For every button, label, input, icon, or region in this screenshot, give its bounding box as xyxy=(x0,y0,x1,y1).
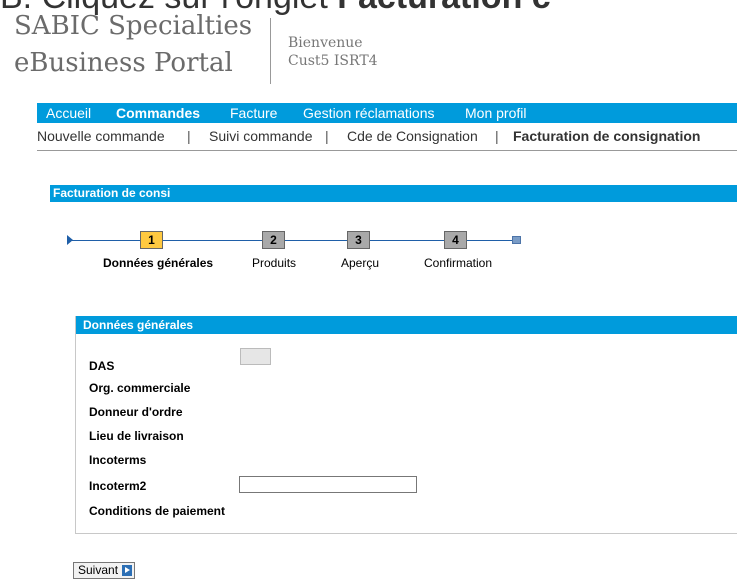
wizard-step-1-label: Données générales xyxy=(103,256,214,270)
wizard-step-2-label: Produits xyxy=(252,256,297,270)
das-select[interactable] xyxy=(240,348,271,365)
subnav-separator: | xyxy=(325,128,329,144)
subnav-separator: | xyxy=(495,128,499,144)
brand-line1: SABIC Specialties xyxy=(14,11,253,41)
main-nav: Accueil Commandes Facture Gestion réclam… xyxy=(37,103,737,123)
nav-item-accueil[interactable]: Accueil xyxy=(46,104,91,122)
field-label-incoterms: Incoterms xyxy=(89,453,147,467)
panel-title-bar: Facturation de consi xyxy=(50,185,737,202)
incoterm2-input[interactable] xyxy=(239,476,417,493)
section-title-bar: Données générales xyxy=(76,316,737,334)
subnav-item-facturation-consignation[interactable]: Facturation de consignation xyxy=(513,128,700,144)
header-divider xyxy=(270,18,271,84)
wizard-step-4-box: 4 xyxy=(444,231,467,249)
subnav-item-nouvelle-commande[interactable]: Nouvelle commande xyxy=(37,128,165,144)
sub-nav: Nouvelle commande | Suivi commande | Cde… xyxy=(37,128,737,148)
next-button[interactable]: Suivant xyxy=(73,562,136,579)
wizard-step-3-label: Aperçu xyxy=(341,256,380,270)
field-label-conditions-paiement: Conditions de paiement xyxy=(89,504,226,518)
wizard-step-3-box: 3 xyxy=(347,231,370,249)
field-label-incoterm2: Incoterm2 xyxy=(89,479,147,493)
wizard-step-2-box: 2 xyxy=(262,231,285,249)
subnav-separator: | xyxy=(187,128,191,144)
subnav-item-suivi-commande[interactable]: Suivi commande xyxy=(209,128,313,144)
subnav-item-cde-consignation[interactable]: Cde de Consignation xyxy=(347,128,478,144)
subnav-divider xyxy=(37,150,737,151)
nav-item-facture[interactable]: Facture xyxy=(230,104,277,122)
brand-line2: eBusiness Portal xyxy=(14,48,233,78)
wizard-step-4-label: Confirmation xyxy=(424,256,493,270)
welcome-block: Bienvenue Cust5 ISRT4 xyxy=(288,34,378,70)
field-label-das: DAS xyxy=(89,359,115,373)
field-label-lieu-livraison: Lieu de livraison xyxy=(89,429,184,443)
section-title: Données générales xyxy=(83,318,194,332)
general-data-section xyxy=(75,316,737,534)
welcome-user: Cust5 ISRT4 xyxy=(288,53,378,69)
play-arrow-icon xyxy=(122,565,133,576)
wizard-step-1-box: 1 xyxy=(140,231,163,249)
field-label-org-commerciale: Org. commerciale xyxy=(89,381,191,395)
nav-item-mon-profil[interactable]: Mon profil xyxy=(465,104,526,122)
next-button-label: Suivant xyxy=(78,563,119,577)
panel-title: Facturation de consi xyxy=(53,186,171,200)
nav-item-gestion-reclamations[interactable]: Gestion réclamations xyxy=(303,104,435,122)
nav-item-commandes[interactable]: Commandes xyxy=(116,104,200,122)
field-label-donneur-ordre: Donneur d'ordre xyxy=(89,405,183,419)
brand-logo: SABIC Specialties eBusiness Portal xyxy=(14,8,252,82)
caption-bold-text: Facturation c xyxy=(337,0,550,16)
wizard-end-marker-icon xyxy=(512,236,521,244)
welcome-greeting: Bienvenue xyxy=(288,35,363,51)
